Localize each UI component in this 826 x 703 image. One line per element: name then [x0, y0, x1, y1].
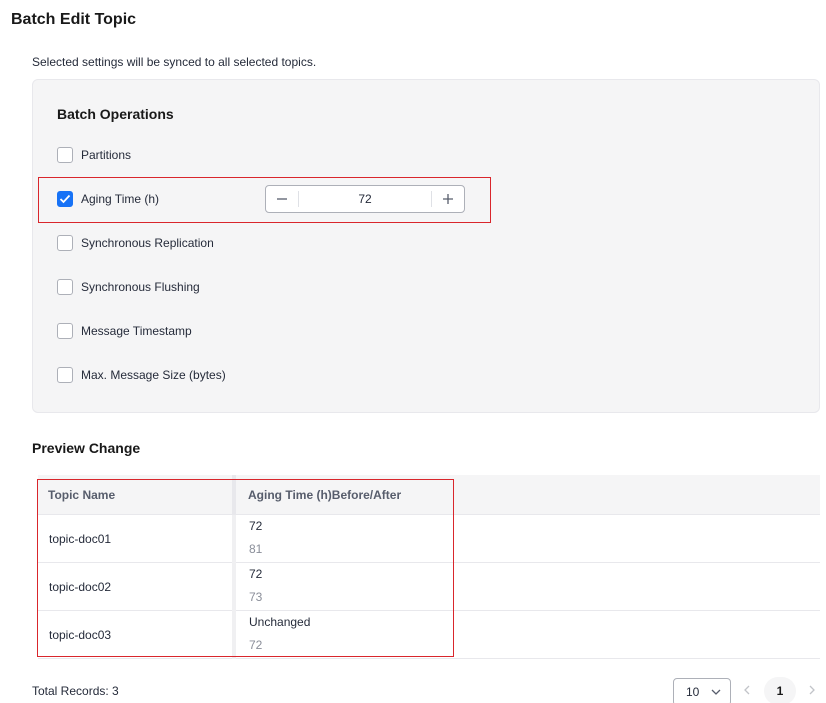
option-synchronous-flushing[interactable]: Synchronous Flushing	[57, 278, 200, 296]
page-number-current[interactable]: 1	[764, 677, 796, 703]
option-label: Synchronous Replication	[81, 236, 214, 250]
chevron-down-icon	[711, 689, 721, 695]
option-label: Partitions	[81, 148, 132, 162]
option-partitions[interactable]: Partitions	[57, 146, 131, 164]
total-records: Total Records: 3	[32, 684, 119, 698]
chevron-right-icon[interactable]	[806, 684, 818, 696]
option-synchronous-replication[interactable]: Synchronous Replication	[57, 234, 214, 252]
page-size-value: 10	[686, 685, 700, 699]
chevron-left-icon[interactable]	[741, 684, 753, 696]
page-title: Batch Edit Topic	[11, 11, 137, 28]
option-label: Max. Message Size (bytes)	[81, 368, 226, 382]
batch-operations-panel: Batch Operations Partitions Aging Time (…	[32, 79, 820, 413]
max-message-size-checkbox[interactable]	[57, 367, 73, 383]
option-message-timestamp[interactable]: Message Timestamp	[57, 322, 192, 340]
option-label: Synchronous Flushing	[81, 280, 200, 294]
batch-operations-title: Batch Operations	[57, 106, 174, 122]
page-size-select[interactable]: 10	[673, 678, 731, 703]
synchronous-replication-checkbox[interactable]	[57, 235, 73, 251]
option-max-message-size[interactable]: Max. Message Size (bytes)	[57, 366, 226, 384]
message-timestamp-checkbox[interactable]	[57, 323, 73, 339]
preview-table-highlight	[37, 479, 454, 657]
partitions-checkbox[interactable]	[57, 147, 73, 163]
synchronous-flushing-checkbox[interactable]	[57, 279, 73, 295]
page-description: Selected settings will be synced to all …	[32, 55, 317, 69]
option-label: Message Timestamp	[81, 324, 192, 338]
aging-time-highlight	[38, 177, 491, 223]
preview-change-title: Preview Change	[32, 440, 141, 456]
